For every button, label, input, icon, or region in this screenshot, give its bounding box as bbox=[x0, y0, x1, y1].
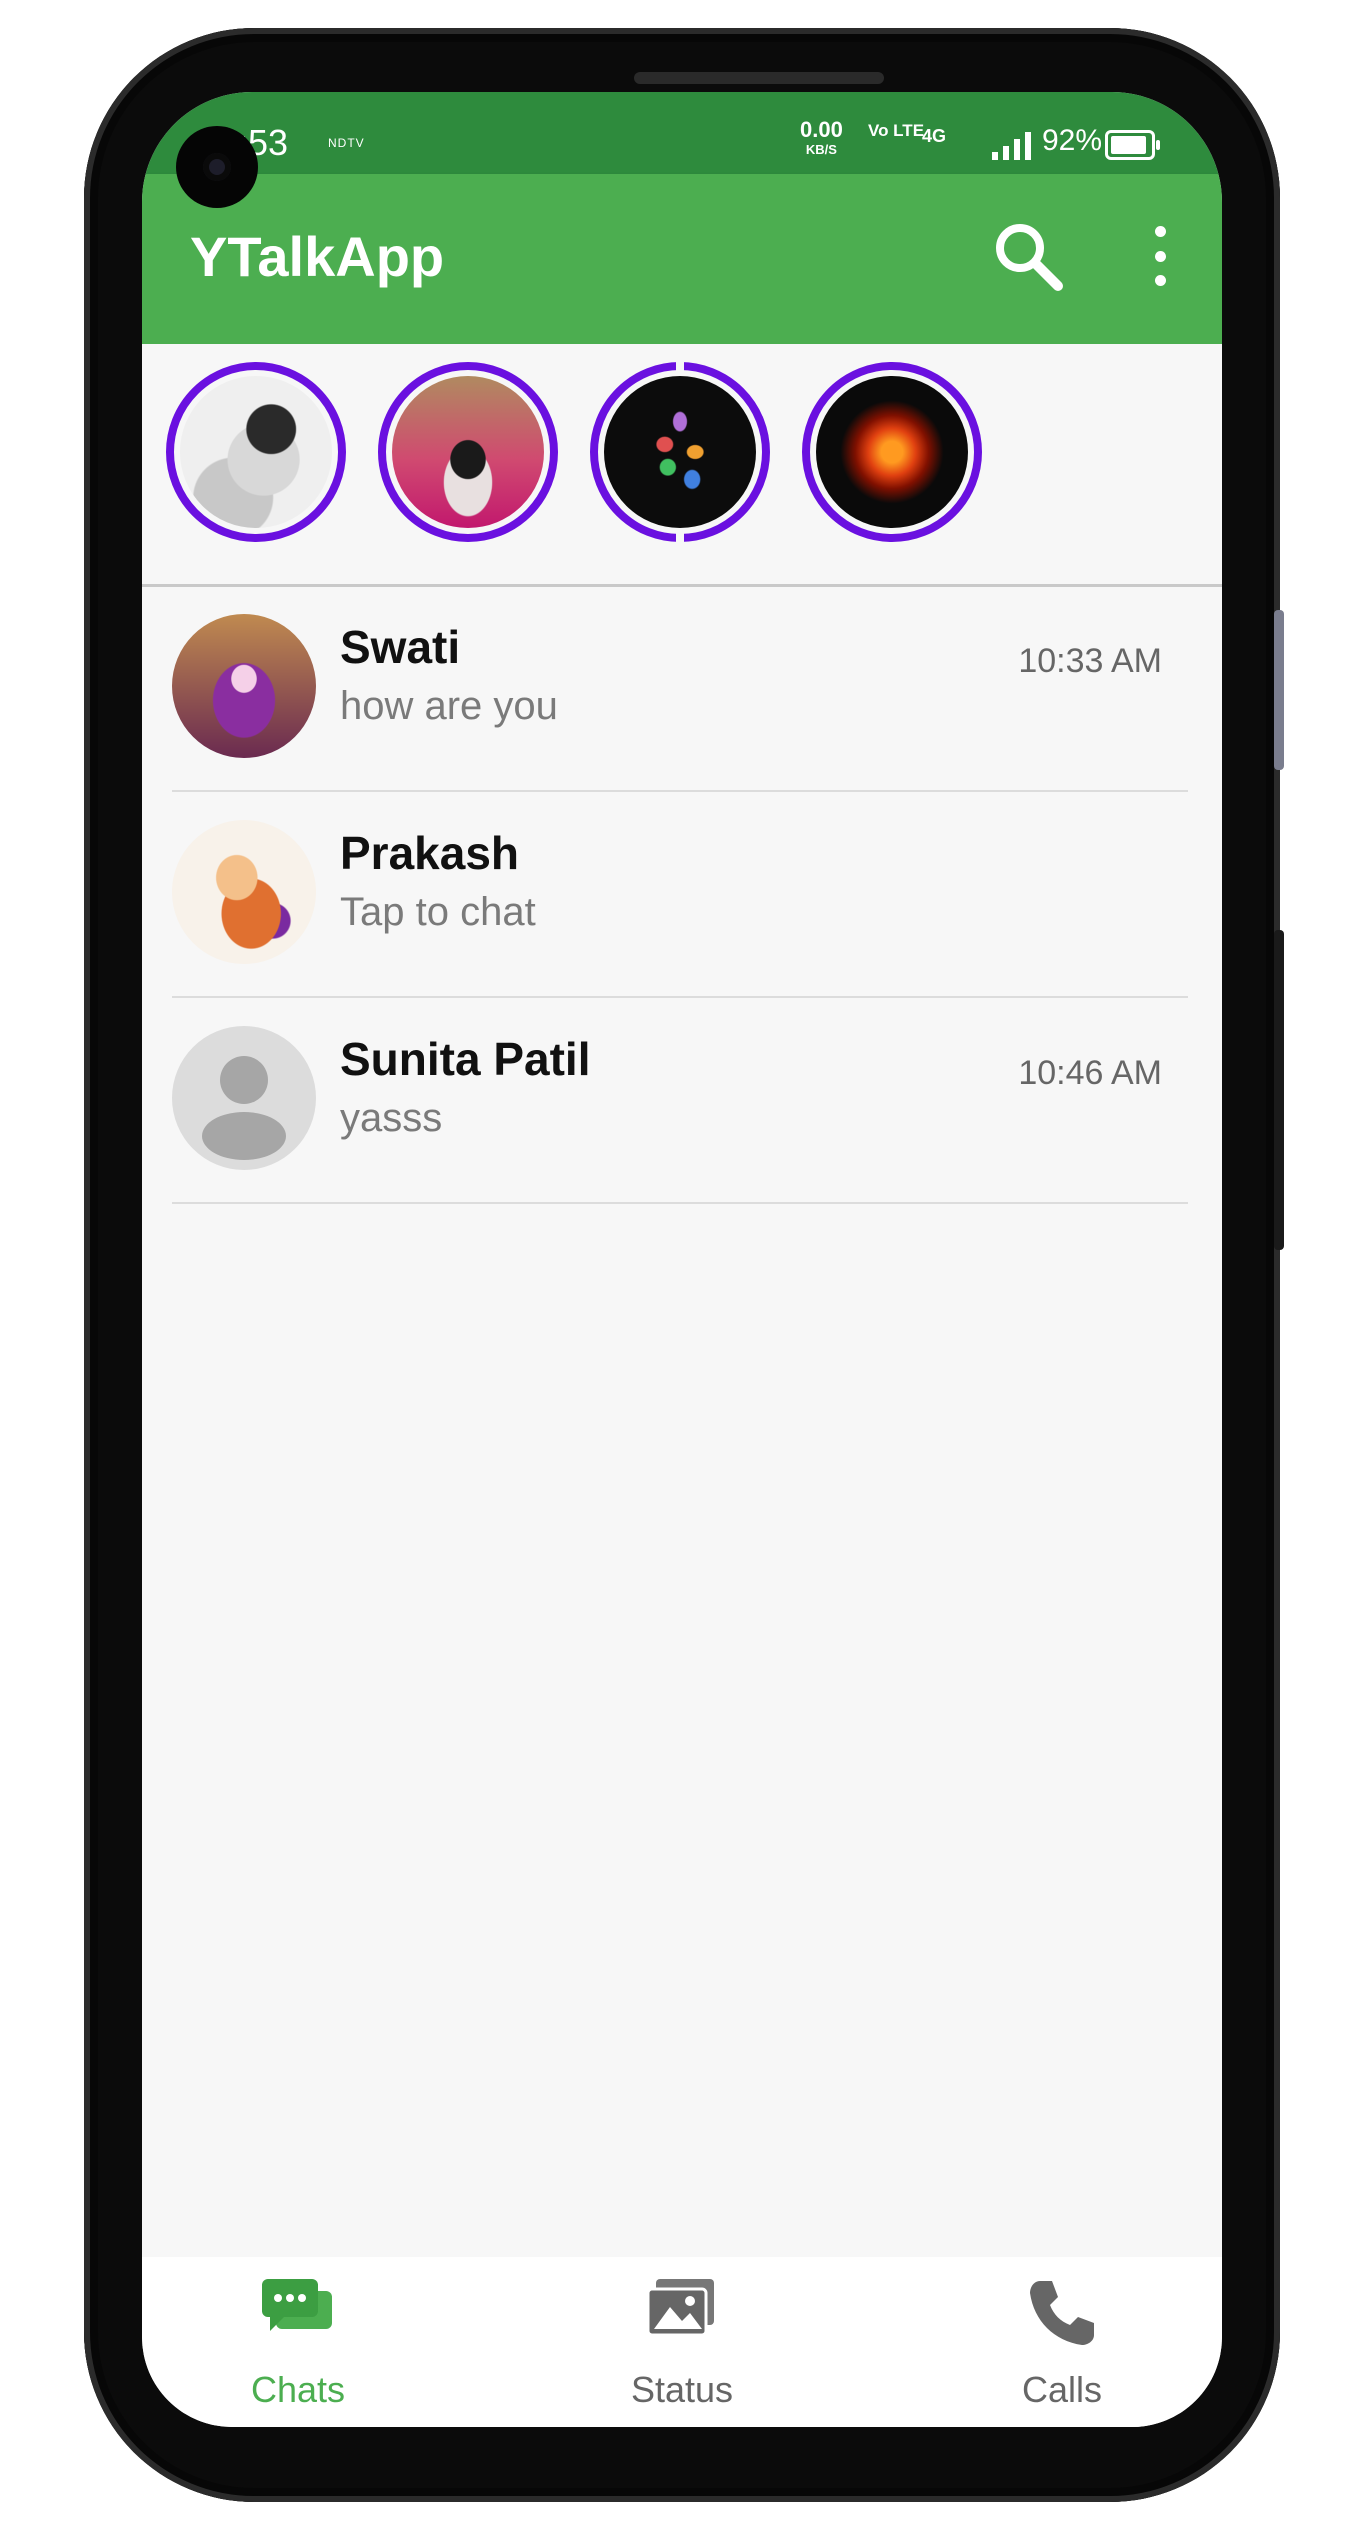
stories-strip bbox=[142, 344, 1222, 587]
story-image bbox=[392, 376, 544, 528]
chat-last-message: yasss bbox=[340, 1096, 443, 1140]
tab-calls[interactable]: Calls bbox=[962, 2277, 1162, 2417]
story-image bbox=[816, 376, 968, 528]
volume-button bbox=[1274, 610, 1284, 770]
story-avatar-4[interactable] bbox=[802, 362, 982, 542]
network-speed-value: 0.00 bbox=[800, 117, 843, 142]
chat-item-swati[interactable]: Swati how are you 10:33 AM bbox=[172, 584, 1188, 792]
tab-calls-label: Calls bbox=[1021, 2369, 1102, 2410]
bottom-navigation: Chats Status Calls bbox=[142, 2257, 1222, 2427]
screen: 9:53 NDTV 0.00 KB/S Vo LTE 4G 92% YTalkA… bbox=[142, 92, 1222, 2427]
tab-chats-label: Chats bbox=[250, 2369, 346, 2410]
battery-percent: 92% bbox=[1042, 124, 1103, 157]
volte-icon: Vo LTE bbox=[868, 121, 925, 140]
more-options-button[interactable] bbox=[1140, 226, 1180, 286]
story-avatar-1[interactable] bbox=[166, 362, 346, 542]
network-speed: 0.00 KB/S bbox=[800, 117, 843, 160]
menu-dot bbox=[1154, 275, 1166, 286]
front-camera bbox=[176, 126, 258, 208]
story-image bbox=[180, 376, 332, 528]
battery-icon bbox=[1105, 130, 1160, 160]
tab-status-label: Status bbox=[630, 2369, 734, 2410]
avatar bbox=[172, 820, 316, 964]
app-bar: YTalkApp bbox=[142, 174, 1222, 344]
earpiece-speaker bbox=[634, 72, 884, 84]
story-avatar-3[interactable] bbox=[590, 360, 770, 544]
search-button[interactable] bbox=[988, 216, 1068, 296]
app-title: YTalkApp bbox=[190, 225, 445, 288]
status-bar: 9:53 NDTV 0.00 KB/S Vo LTE 4G 92% bbox=[142, 92, 1222, 174]
signal-icon bbox=[992, 130, 1031, 160]
search-icon bbox=[996, 224, 1063, 291]
network-type: 4G bbox=[922, 126, 947, 146]
network-speed-unit: KB/S bbox=[805, 142, 837, 157]
menu-dot bbox=[1154, 250, 1166, 262]
chat-item-prakash[interactable]: Prakash Tap to chat bbox=[172, 790, 1188, 998]
power-button bbox=[1274, 930, 1284, 1250]
chat-name: Sunita Patil bbox=[340, 1033, 591, 1085]
chat-time: 10:46 AM bbox=[1018, 1054, 1162, 1092]
avatar bbox=[172, 614, 316, 758]
chat-last-message: how are you bbox=[340, 684, 558, 728]
gallery-icon bbox=[646, 2279, 714, 2337]
default-avatar-icon bbox=[172, 1026, 316, 1170]
chat-name: Prakash bbox=[340, 827, 520, 879]
chat-time: 10:33 AM bbox=[1018, 642, 1162, 680]
chat-name: Swati bbox=[340, 621, 461, 673]
story-image bbox=[604, 376, 756, 528]
chat-last-message: Tap to chat bbox=[340, 890, 536, 934]
phone-icon bbox=[1030, 2281, 1094, 2345]
chat-bubbles-icon bbox=[262, 2279, 332, 2331]
chat-item-sunita-patil[interactable]: Sunita Patil yasss 10:46 AM bbox=[172, 996, 1188, 1204]
notification-icon: NDTV bbox=[328, 136, 365, 150]
tab-status[interactable]: Status bbox=[582, 2277, 782, 2417]
tab-chats[interactable]: Chats bbox=[198, 2277, 398, 2417]
menu-dot bbox=[1154, 226, 1166, 237]
story-avatar-2[interactable] bbox=[378, 362, 558, 542]
